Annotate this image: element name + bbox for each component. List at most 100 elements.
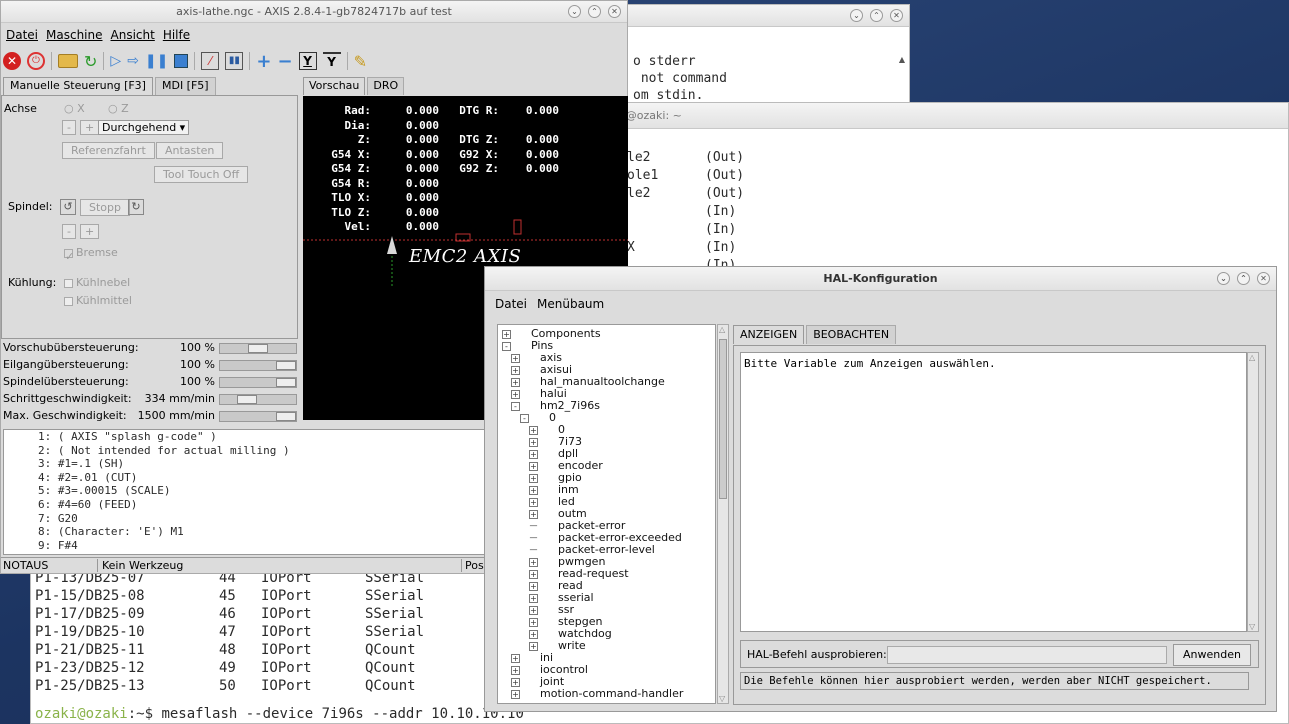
spindle-ccw-icon[interactable]: ↺ — [60, 199, 76, 215]
expand-icon[interactable]: + — [529, 593, 538, 603]
expand-icon[interactable]: + — [511, 653, 520, 663]
tab-beobachten[interactable]: BEOBACHTEN — [806, 325, 897, 344]
kuehlmittel-checkbox[interactable]: Kühlmittel — [64, 294, 132, 307]
scroll-down-icon[interactable]: ▽ — [1249, 622, 1255, 631]
expand-icon[interactable]: + — [529, 629, 538, 639]
spindle-plus-button[interactable]: + — [80, 224, 100, 239]
minimize-icon[interactable]: ⌄ — [568, 5, 581, 18]
tool-touch-off-button[interactable]: Tool Touch Off — [154, 166, 249, 183]
zoom-in-icon[interactable]: + — [256, 51, 271, 72]
reload-icon[interactable]: ↻ — [84, 52, 97, 71]
override-slider[interactable] — [219, 394, 297, 405]
tree-item[interactable]: + motion-command-handler — [511, 687, 683, 700]
power-icon[interactable]: ⏻ — [27, 52, 45, 70]
expand-icon[interactable]: + — [511, 377, 520, 387]
expand-icon[interactable]: + — [511, 365, 520, 375]
kuehlnebel-checkbox[interactable]: Kühlnebel — [64, 276, 130, 289]
clear-plot-icon[interactable]: ✎ — [354, 52, 367, 71]
override-slider[interactable] — [219, 377, 297, 388]
axis-x-radio[interactable]: ○ X — [64, 102, 85, 115]
expand-icon[interactable]: + — [529, 485, 538, 495]
expand-icon[interactable]: + — [511, 689, 520, 699]
override-slider[interactable] — [219, 360, 297, 371]
open-file-icon[interactable] — [58, 54, 78, 68]
expand-icon[interactable]: + — [529, 449, 538, 459]
close-icon[interactable]: ✕ — [890, 9, 903, 22]
spindle-cw-icon[interactable]: ↻ — [128, 199, 144, 215]
menu-ansicht[interactable]: Ansicht — [111, 28, 155, 42]
jog-mode-select[interactable]: Durchgehend ▾ — [98, 120, 190, 135]
maximize-icon[interactable]: ⌃ — [588, 5, 601, 18]
collapse-icon[interactable]: - — [502, 341, 511, 351]
menu-datei[interactable]: Datei — [495, 297, 527, 311]
slider-thumb[interactable] — [237, 395, 257, 404]
expand-icon[interactable]: + — [511, 353, 520, 363]
expand-icon[interactable]: + — [529, 461, 538, 471]
estop-icon[interactable]: ✕ — [3, 52, 21, 70]
menu-maschine[interactable]: Maschine — [46, 28, 102, 42]
axis-z-radio[interactable]: ○ Z — [108, 102, 129, 115]
bremse-checkbox[interactable]: ✓ Bremse — [64, 246, 118, 263]
menu-hilfe[interactable]: Hilfe — [163, 28, 190, 42]
view-y2-icon[interactable]: Y — [322, 52, 341, 70]
expand-icon[interactable]: + — [529, 641, 538, 651]
tab-anzeigen[interactable]: ANZEIGEN — [733, 325, 805, 344]
tab-dro[interactable]: DRO — [367, 77, 405, 95]
tab-vorschau[interactable]: Vorschau — [303, 77, 366, 95]
jog-plus-button[interactable]: + — [80, 120, 100, 135]
slider-thumb[interactable] — [276, 412, 296, 421]
jog-minus-button[interactable]: - — [62, 120, 76, 135]
tree-scrollbar[interactable]: △ ▽ — [717, 324, 729, 704]
block-delete-icon[interactable]: ⁄ — [201, 52, 220, 70]
referenzfahrt-button[interactable]: Referenzfahrt — [62, 142, 155, 159]
expand-icon[interactable]: + — [502, 329, 511, 339]
expand-icon[interactable]: + — [529, 605, 538, 615]
run-icon[interactable]: ▷ — [110, 53, 121, 69]
show-scrollbar[interactable]: △ ▽ — [1247, 352, 1259, 632]
terminal-prompt[interactable]: ozaki@ozaki:~$ mesaflash --device 7i96s … — [35, 705, 524, 723]
expand-icon[interactable]: + — [529, 581, 538, 591]
pause-icon[interactable]: ❚❚ — [145, 53, 168, 69]
expand-icon[interactable]: + — [529, 437, 538, 447]
expand-icon[interactable]: + — [511, 677, 520, 687]
optional-stop-icon[interactable]: ▮▮ — [225, 52, 244, 70]
maximize-icon[interactable]: ⌃ — [1237, 272, 1250, 285]
apply-button[interactable]: Anwenden — [1173, 644, 1251, 666]
hal-tree[interactable]: + Components - Pins + axis + axisui + hal_manualt… — [497, 324, 716, 704]
slider-thumb[interactable] — [248, 344, 268, 353]
slider-thumb[interactable] — [276, 378, 296, 387]
tab-mdi[interactable]: MDI [F5] — [154, 77, 216, 95]
expand-icon[interactable]: + — [511, 665, 520, 675]
tab-manual[interactable]: Manuelle Steuerung [F3] — [3, 77, 153, 95]
expand-icon[interactable]: + — [529, 569, 538, 579]
show-text-area[interactable]: Bitte Variable zum Anzeigen auswählen. — [740, 352, 1247, 632]
close-icon[interactable]: ✕ — [1257, 272, 1270, 285]
override-slider[interactable] — [219, 411, 297, 422]
step-icon[interactable]: ⇨ — [127, 53, 139, 69]
expand-icon[interactable]: + — [529, 617, 538, 627]
antasten-button[interactable]: Antasten — [156, 142, 224, 159]
slider-thumb[interactable] — [276, 361, 296, 370]
menu-datei[interactable]: Datei — [6, 28, 38, 42]
close-icon[interactable]: ✕ — [608, 5, 621, 18]
minimize-icon[interactable]: ⌄ — [850, 9, 863, 22]
scrollbar-up-icon[interactable]: ▲ — [899, 55, 905, 64]
spindle-stop-button[interactable]: Stopp — [80, 199, 130, 216]
expand-icon[interactable]: + — [529, 425, 538, 435]
expand-icon[interactable]: + — [529, 473, 538, 483]
scroll-down-icon[interactable]: ▽ — [719, 694, 725, 703]
override-slider[interactable] — [219, 343, 297, 354]
expand-icon[interactable]: + — [511, 389, 520, 399]
expand-icon[interactable]: + — [529, 557, 538, 567]
minimize-icon[interactable]: ⌄ — [1217, 272, 1230, 285]
scroll-thumb[interactable] — [719, 339, 727, 499]
spindle-minus-button[interactable]: - — [62, 224, 76, 239]
stop-icon[interactable] — [174, 54, 189, 68]
expand-icon[interactable]: + — [529, 497, 538, 507]
view-y-icon[interactable]: Y — [298, 52, 317, 70]
scroll-up-icon[interactable]: △ — [719, 325, 725, 334]
scroll-up-icon[interactable]: △ — [1249, 353, 1255, 362]
menu-menuebaum[interactable]: Menübaum — [537, 297, 604, 311]
zoom-out-icon[interactable]: − — [277, 51, 292, 72]
expand-icon[interactable]: + — [529, 509, 538, 519]
